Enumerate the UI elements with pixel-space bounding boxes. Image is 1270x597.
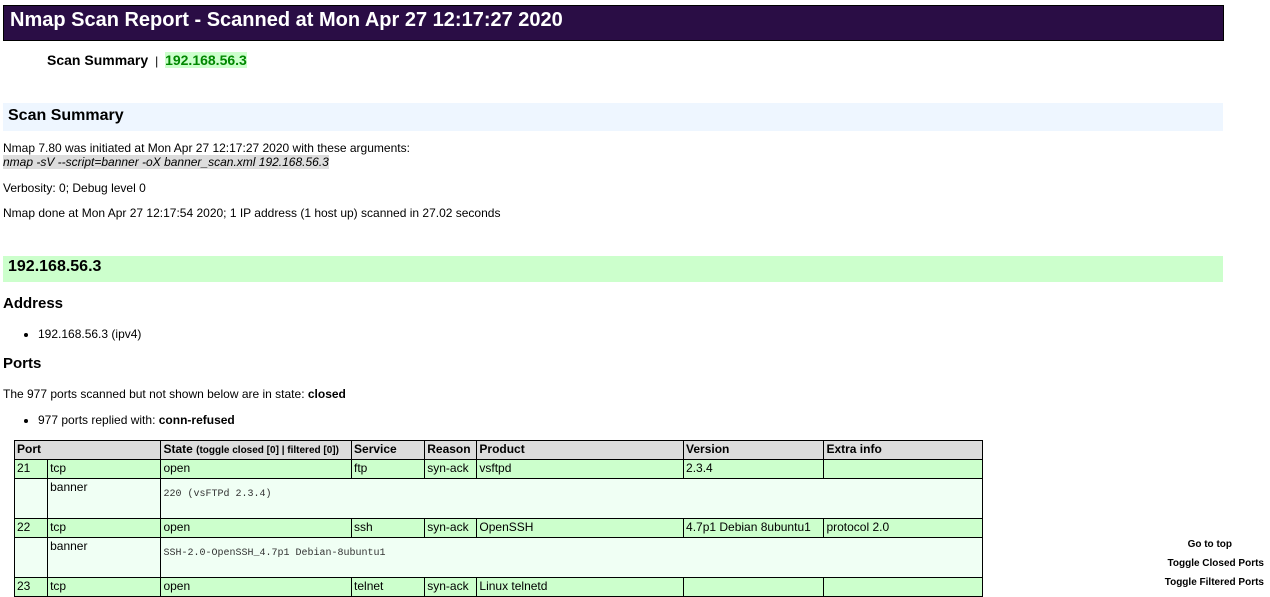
port-reason: syn-ack	[424, 518, 478, 538]
port-extra-info: protocol 2.0	[823, 518, 983, 538]
report-title-bar: Nmap Scan Report - Scanned at Mon Apr 27…	[3, 5, 1224, 41]
port-service: ftp	[351, 459, 426, 479]
port-protocol: tcp	[47, 459, 162, 479]
port-version: 2.3.4	[683, 459, 825, 479]
port-state: open	[160, 518, 353, 538]
scan-arguments: nmap -sV --script=banner -oX banner_scan…	[3, 155, 329, 169]
col-state-label: State	[163, 442, 193, 456]
port-extra-info	[823, 459, 983, 479]
table-row: 21 tcp open ftp syn-ack vsftpd 2.3.4	[13, 459, 983, 479]
extraports-list: 977 ports replied with: conn-refused	[20, 413, 235, 427]
port-reason: syn-ack	[424, 577, 478, 597]
scan-summary-heading: Scan Summary	[3, 103, 1223, 131]
nav-scan-summary-label: Scan Summary	[47, 52, 149, 68]
script-output: 220 (vsFTPd 2.3.4)	[160, 478, 983, 519]
port-protocol: tcp	[47, 577, 162, 597]
port-service: telnet	[351, 577, 426, 597]
address-heading: Address	[3, 295, 64, 312]
port-state: open	[160, 459, 353, 479]
script-output: SSH-2.0-OpenSSH_4.7p1 Debian-8ubuntu1	[160, 537, 983, 578]
extraports-item: 977 ports replied with: conn-refused	[38, 413, 235, 427]
port-product: OpenSSH	[476, 518, 685, 538]
scan-initiated-text: Nmap 7.80 was initiated at Mon Apr 27 12…	[3, 141, 410, 169]
col-state: State (toggle closed [0] | filtered [0])	[160, 440, 353, 460]
col-service: Service	[351, 440, 426, 460]
col-port: Port	[13, 440, 162, 460]
replied-prefix: 977 ports replied with:	[38, 413, 159, 427]
port-number: 22	[13, 518, 49, 538]
table-row: 23 tcp open telnet syn-ack Linux telnetd	[13, 577, 983, 597]
address-list: 192.168.56.3 (ipv4)	[20, 327, 141, 341]
script-row: banner 220 (vsFTPd 2.3.4)	[13, 478, 983, 519]
closed-ports-note: The 977 ports scanned but not shown belo…	[3, 387, 346, 401]
verbosity-text: Verbosity: 0; Debug level 0	[3, 181, 146, 195]
port-version: 4.7p1 Debian 8ubuntu1	[683, 518, 825, 538]
col-version: Version	[683, 440, 825, 460]
port-product: vsftpd	[476, 459, 685, 479]
col-reason: Reason	[424, 440, 478, 460]
script-name: banner	[47, 478, 162, 519]
table-row: 22 tcp open ssh syn-ack OpenSSH 4.7p1 De…	[13, 518, 983, 538]
go-to-top-link[interactable]: Go to top	[1165, 539, 1232, 550]
script-indent	[13, 537, 49, 578]
table-header-row: Port State (toggle closed [0] | filtered…	[13, 440, 983, 460]
initiated-line: Nmap 7.80 was initiated at Mon Apr 27 12…	[3, 141, 410, 155]
replied-reason: conn-refused	[158, 413, 235, 427]
closed-state: closed	[307, 387, 346, 401]
top-nav: Scan Summary | 192.168.56.3	[47, 52, 247, 68]
closed-ports-prefix: The 977 ports scanned but not shown belo…	[3, 387, 308, 401]
address-item: 192.168.56.3 (ipv4)	[38, 327, 141, 341]
port-extra-info	[823, 577, 983, 597]
toggle-filtered-ports-link[interactable]: Toggle Filtered Ports	[1165, 577, 1264, 588]
host-heading: 192.168.56.3	[3, 256, 1223, 282]
toggle-closed-ports-link[interactable]: Toggle Closed Ports	[1165, 558, 1265, 569]
toggle-closed-link[interactable]: (toggle closed [0]	[196, 445, 279, 456]
col-product: Product	[476, 440, 685, 460]
port-product: Linux telnetd	[476, 577, 685, 597]
toggle-filtered-link[interactable]: filtered [0])	[287, 445, 339, 456]
ports-table: Port State (toggle closed [0] | filtered…	[13, 440, 983, 597]
nav-host-link[interactable]: 192.168.56.3	[165, 52, 247, 68]
port-service: ssh	[351, 518, 426, 538]
port-number: 21	[13, 459, 49, 479]
scan-done-text: Nmap done at Mon Apr 27 12:17:54 2020; 1…	[3, 206, 501, 220]
port-number: 23	[13, 577, 49, 597]
state-toggle: (toggle closed [0] | filtered [0])	[196, 445, 339, 456]
port-version	[683, 577, 825, 597]
script-indent	[13, 478, 49, 519]
ports-heading: Ports	[3, 355, 42, 372]
script-row: banner SSH-2.0-OpenSSH_4.7p1 Debian-8ubu…	[13, 537, 983, 578]
page-title: Nmap Scan Report - Scanned at Mon Apr 27…	[10, 9, 563, 31]
port-reason: syn-ack	[424, 459, 478, 479]
port-protocol: tcp	[47, 518, 162, 538]
side-nav: Go to top Toggle Closed Ports Toggle Fil…	[1165, 539, 1264, 588]
col-extra-info: Extra info	[823, 440, 983, 460]
port-state: open	[160, 577, 353, 597]
script-name: banner	[47, 537, 162, 578]
nav-separator: |	[155, 54, 159, 68]
